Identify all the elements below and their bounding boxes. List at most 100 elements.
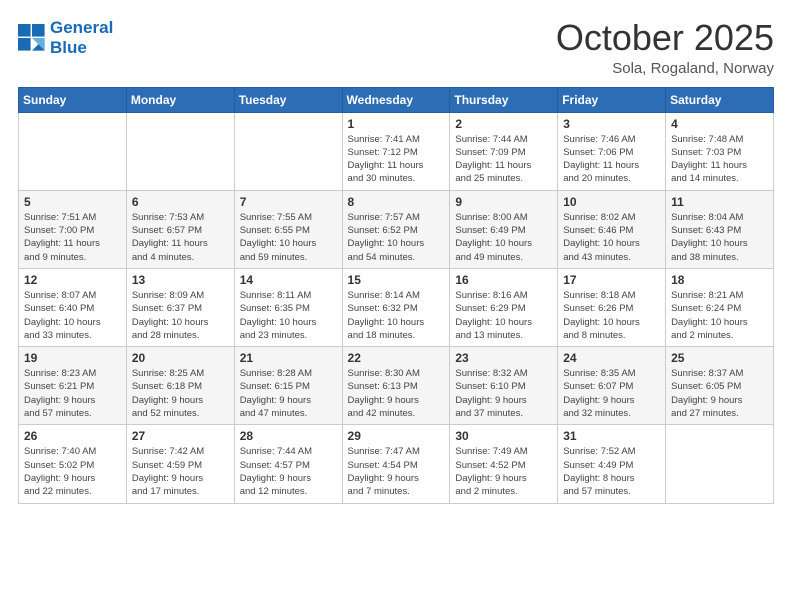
day-number: 15 bbox=[348, 273, 445, 287]
day-number: 3 bbox=[563, 117, 660, 131]
calendar-cell bbox=[666, 425, 774, 503]
day-info: Sunrise: 7:55 AM Sunset: 6:55 PM Dayligh… bbox=[240, 211, 337, 264]
logo-text: General Blue bbox=[50, 18, 113, 57]
calendar-cell: 16Sunrise: 8:16 AM Sunset: 6:29 PM Dayli… bbox=[450, 268, 558, 346]
day-info: Sunrise: 7:42 AM Sunset: 4:59 PM Dayligh… bbox=[132, 445, 229, 498]
day-info: Sunrise: 7:47 AM Sunset: 4:54 PM Dayligh… bbox=[348, 445, 445, 498]
month-title: October 2025 bbox=[556, 18, 774, 58]
day-info: Sunrise: 8:28 AM Sunset: 6:15 PM Dayligh… bbox=[240, 367, 337, 420]
day-number: 20 bbox=[132, 351, 229, 365]
calendar-cell: 6 Sunrise: 7:53 AM Sunset: 6:57 PM Daylig… bbox=[126, 190, 234, 268]
day-info: Sunrise: 8:35 AM Sunset: 6:07 PM Dayligh… bbox=[563, 367, 660, 420]
day-info: Sunrise: 7:53 AM Sunset: 6:57 PM Dayligh… bbox=[132, 211, 229, 264]
day-number: 5 bbox=[24, 195, 121, 209]
day-info: Sunrise: 8:07 AM Sunset: 6:40 PM Dayligh… bbox=[24, 289, 121, 342]
calendar-cell bbox=[19, 112, 127, 190]
day-number: 27 bbox=[132, 429, 229, 443]
week-row-1: 1 Sunrise: 7:41 AM Sunset: 7:12 PM Daylig… bbox=[19, 112, 774, 190]
day-info: Sunrise: 8:37 AM Sunset: 6:05 PM Dayligh… bbox=[671, 367, 768, 420]
day-number: 12 bbox=[24, 273, 121, 287]
week-row-3: 12 Sunrise: 8:07 AM Sunset: 6:40 PM Dayli… bbox=[19, 268, 774, 346]
day-number: 29 bbox=[348, 429, 445, 443]
calendar-cell: 30Sunrise: 7:49 AM Sunset: 4:52 PM Dayli… bbox=[450, 425, 558, 503]
day-info: Sunrise: 8:00 AM Sunset: 6:49 PM Dayligh… bbox=[455, 211, 552, 264]
week-row-4: 19Sunrise: 8:23 AM Sunset: 6:21 PM Dayli… bbox=[19, 347, 774, 425]
calendar-cell: 9 Sunrise: 8:00 AM Sunset: 6:49 PM Daylig… bbox=[450, 190, 558, 268]
day-info: Sunrise: 8:25 AM Sunset: 6:18 PM Dayligh… bbox=[132, 367, 229, 420]
calendar-cell: 10 Sunrise: 8:02 AM Sunset: 6:46 PM Dayli… bbox=[558, 190, 666, 268]
day-info: Sunrise: 8:32 AM Sunset: 6:10 PM Dayligh… bbox=[455, 367, 552, 420]
day-number: 21 bbox=[240, 351, 337, 365]
calendar: SundayMondayTuesdayWednesdayThursdayFrid… bbox=[18, 87, 774, 504]
day-info: Sunrise: 8:11 AM Sunset: 6:35 PM Dayligh… bbox=[240, 289, 337, 342]
week-row-5: 26 Sunrise: 7:40 AM Sunset: 5:02 PM Dayli… bbox=[19, 425, 774, 503]
day-info: Sunrise: 8:30 AM Sunset: 6:13 PM Dayligh… bbox=[348, 367, 445, 420]
day-number: 24 bbox=[563, 351, 660, 365]
calendar-cell: 27 Sunrise: 7:42 AM Sunset: 4:59 PM Dayli… bbox=[126, 425, 234, 503]
day-info: Sunrise: 7:46 AM Sunset: 7:06 PM Dayligh… bbox=[563, 133, 660, 186]
calendar-cell: 12 Sunrise: 8:07 AM Sunset: 6:40 PM Dayli… bbox=[19, 268, 127, 346]
day-number: 2 bbox=[455, 117, 552, 131]
calendar-cell: 20 Sunrise: 8:25 AM Sunset: 6:18 PM Dayli… bbox=[126, 347, 234, 425]
day-info: Sunrise: 8:14 AM Sunset: 6:32 PM Dayligh… bbox=[348, 289, 445, 342]
day-number: 22 bbox=[348, 351, 445, 365]
calendar-cell: 18 Sunrise: 8:21 AM Sunset: 6:24 PM Dayli… bbox=[666, 268, 774, 346]
day-info: Sunrise: 7:41 AM Sunset: 7:12 PM Dayligh… bbox=[348, 133, 445, 186]
day-info: Sunrise: 8:18 AM Sunset: 6:26 PM Dayligh… bbox=[563, 289, 660, 342]
weekday-header-tuesday: Tuesday bbox=[234, 87, 342, 112]
calendar-cell bbox=[234, 112, 342, 190]
day-number: 9 bbox=[455, 195, 552, 209]
subtitle: Sola, Rogaland, Norway bbox=[556, 60, 774, 77]
calendar-cell: 23Sunrise: 8:32 AM Sunset: 6:10 PM Dayli… bbox=[450, 347, 558, 425]
logo: General Blue bbox=[18, 18, 113, 57]
day-number: 14 bbox=[240, 273, 337, 287]
calendar-cell: 17 Sunrise: 8:18 AM Sunset: 6:26 PM Dayli… bbox=[558, 268, 666, 346]
calendar-cell: 21 Sunrise: 8:28 AM Sunset: 6:15 PM Dayli… bbox=[234, 347, 342, 425]
day-number: 6 bbox=[132, 195, 229, 209]
week-row-2: 5 Sunrise: 7:51 AM Sunset: 7:00 PM Daylig… bbox=[19, 190, 774, 268]
header: General Blue October 2025 Sola, Rogaland… bbox=[18, 18, 774, 77]
day-info: Sunrise: 8:21 AM Sunset: 6:24 PM Dayligh… bbox=[671, 289, 768, 342]
day-info: Sunrise: 8:02 AM Sunset: 6:46 PM Dayligh… bbox=[563, 211, 660, 264]
day-number: 31 bbox=[563, 429, 660, 443]
day-number: 19 bbox=[24, 351, 121, 365]
day-info: Sunrise: 7:40 AM Sunset: 5:02 PM Dayligh… bbox=[24, 445, 121, 498]
calendar-cell: 8 Sunrise: 7:57 AM Sunset: 6:52 PM Daylig… bbox=[342, 190, 450, 268]
title-block: October 2025 Sola, Rogaland, Norway bbox=[556, 18, 774, 77]
day-number: 8 bbox=[348, 195, 445, 209]
calendar-cell: 28Sunrise: 7:44 AM Sunset: 4:57 PM Dayli… bbox=[234, 425, 342, 503]
day-number: 17 bbox=[563, 273, 660, 287]
page: General Blue October 2025 Sola, Rogaland… bbox=[0, 0, 792, 612]
day-number: 13 bbox=[132, 273, 229, 287]
day-info: Sunrise: 8:16 AM Sunset: 6:29 PM Dayligh… bbox=[455, 289, 552, 342]
day-info: Sunrise: 7:57 AM Sunset: 6:52 PM Dayligh… bbox=[348, 211, 445, 264]
day-number: 1 bbox=[348, 117, 445, 131]
weekday-header-sunday: Sunday bbox=[19, 87, 127, 112]
calendar-cell: 3 Sunrise: 7:46 AM Sunset: 7:06 PM Daylig… bbox=[558, 112, 666, 190]
day-number: 7 bbox=[240, 195, 337, 209]
day-number: 25 bbox=[671, 351, 768, 365]
weekday-header-wednesday: Wednesday bbox=[342, 87, 450, 112]
day-number: 26 bbox=[24, 429, 121, 443]
day-number: 11 bbox=[671, 195, 768, 209]
day-info: Sunrise: 7:48 AM Sunset: 7:03 PM Dayligh… bbox=[671, 133, 768, 186]
day-info: Sunrise: 7:52 AM Sunset: 4:49 PM Dayligh… bbox=[563, 445, 660, 498]
day-number: 30 bbox=[455, 429, 552, 443]
calendar-cell: 11 Sunrise: 8:04 AM Sunset: 6:43 PM Dayli… bbox=[666, 190, 774, 268]
day-number: 18 bbox=[671, 273, 768, 287]
logo-icon bbox=[18, 24, 46, 52]
day-info: Sunrise: 8:09 AM Sunset: 6:37 PM Dayligh… bbox=[132, 289, 229, 342]
weekday-header-thursday: Thursday bbox=[450, 87, 558, 112]
day-info: Sunrise: 7:44 AM Sunset: 4:57 PM Dayligh… bbox=[240, 445, 337, 498]
weekday-header-saturday: Saturday bbox=[666, 87, 774, 112]
calendar-cell: 5 Sunrise: 7:51 AM Sunset: 7:00 PM Daylig… bbox=[19, 190, 127, 268]
day-info: Sunrise: 8:04 AM Sunset: 6:43 PM Dayligh… bbox=[671, 211, 768, 264]
calendar-cell: 31 Sunrise: 7:52 AM Sunset: 4:49 PM Dayli… bbox=[558, 425, 666, 503]
calendar-cell: 4Sunrise: 7:48 AM Sunset: 7:03 PM Daylig… bbox=[666, 112, 774, 190]
day-info: Sunrise: 7:51 AM Sunset: 7:00 PM Dayligh… bbox=[24, 211, 121, 264]
calendar-cell bbox=[126, 112, 234, 190]
calendar-cell: 26 Sunrise: 7:40 AM Sunset: 5:02 PM Dayli… bbox=[19, 425, 127, 503]
calendar-cell: 2Sunrise: 7:44 AM Sunset: 7:09 PM Daylig… bbox=[450, 112, 558, 190]
day-number: 10 bbox=[563, 195, 660, 209]
weekday-header-monday: Monday bbox=[126, 87, 234, 112]
